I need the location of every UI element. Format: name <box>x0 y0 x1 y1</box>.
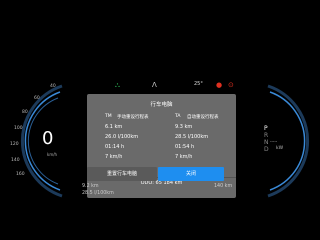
speed-tick: 40 <box>50 84 56 89</box>
reset-trip-computer-button[interactable]: 重置行车电脑 <box>87 167 157 181</box>
speed-tick: 160 <box>16 172 25 177</box>
ta-speed: 7 km/h <box>175 154 193 160</box>
speed-value: 0 <box>42 128 54 149</box>
tm-distance: 6.1 km <box>105 124 123 130</box>
ta-label: 自动重设行程表 <box>187 115 219 120</box>
bottom-consumption: 28.5 l/100km <box>82 191 114 196</box>
gear-d: D <box>264 146 269 153</box>
speed-tick: 140 <box>11 158 20 163</box>
brake-warning-icon: ⊙ <box>228 81 234 89</box>
speed-unit: km/h <box>47 152 58 157</box>
highbeam-icon: ⛬ <box>115 81 120 89</box>
close-button[interactable]: 关闭 <box>158 167 224 181</box>
power-unit: kW <box>276 146 284 151</box>
speed-tick: 60 <box>34 96 40 101</box>
trip-computer-dialog: 行车电脑 TM 手动重设行程表 TA 自动重设行程表 6.1 km 26.0 l… <box>87 94 236 198</box>
speed-tick: 80 <box>22 110 28 115</box>
speed-tick: 100 <box>14 126 23 131</box>
ta-time: 01:54 h <box>175 144 195 150</box>
tm-code: TM <box>105 114 112 119</box>
bottom-range: 140 km <box>214 184 233 189</box>
tm-time: 01:14 h <box>105 144 125 150</box>
seatbelt-icon: ● <box>216 81 223 89</box>
tm-consumption: 26.0 l/100km <box>105 134 139 140</box>
tm-speed: 7 km/h <box>105 154 123 160</box>
ta-code: TA <box>175 114 181 119</box>
speed-tick: 120 <box>10 142 19 147</box>
tm-label: 手动重设行程表 <box>117 115 149 120</box>
road-icon: Λ <box>152 81 157 89</box>
temperature: 25° <box>194 81 203 87</box>
dialog-title: 行车电脑 <box>150 102 173 108</box>
gear-r: R <box>264 132 269 139</box>
range-indicator: ----- <box>270 139 278 144</box>
ta-distance: 9.3 km <box>175 124 193 130</box>
gear-n: N <box>264 139 269 146</box>
bottom-distance: 9.2 km <box>82 184 99 189</box>
ta-consumption: 28.5 l/100km <box>175 134 209 140</box>
gear-p: P <box>264 125 268 132</box>
